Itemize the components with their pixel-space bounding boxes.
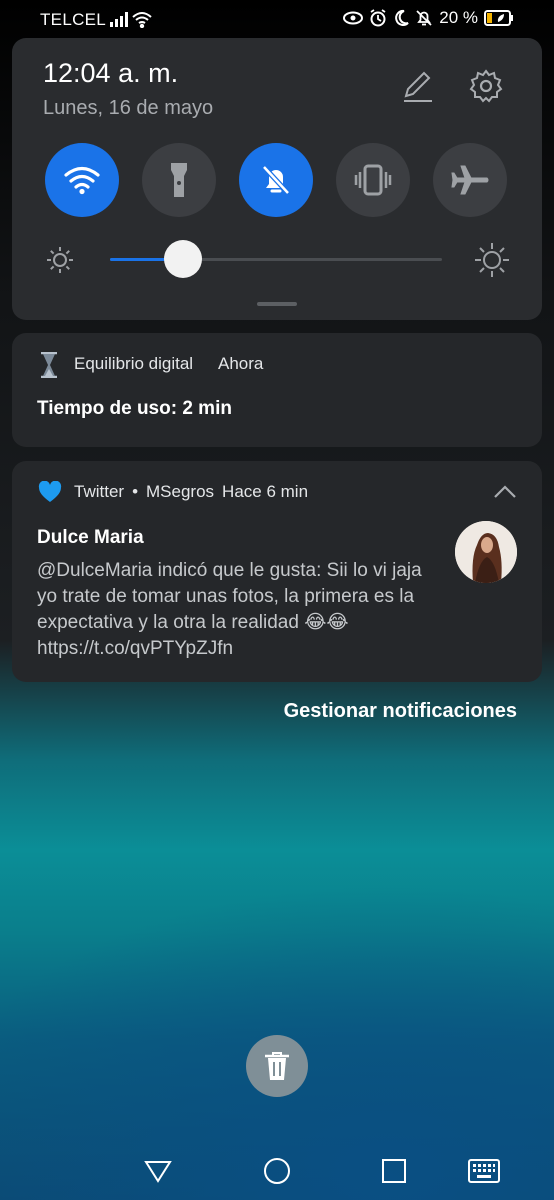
notification-app-name: Equilibrio digital [74,354,194,373]
silent-toggle[interactable] [239,143,313,217]
moon-icon [395,9,409,26]
signal-icon [110,12,128,27]
vibrate-icon [354,164,392,196]
brightness-low-icon [47,247,73,273]
flashlight-icon [171,163,187,197]
clear-all-button[interactable] [246,1035,308,1097]
notification-message: @DulceMaria indicó que le gusta: Sii lo … [37,560,422,659]
flashlight-toggle[interactable] [142,143,216,217]
keyboard-button[interactable] [467,1154,501,1188]
vibrate-toggle[interactable] [336,143,410,217]
signal-wifi-icons [110,10,154,33]
alarm-icon [370,9,386,27]
recents-square-icon [382,1159,406,1183]
carrier-name: TELCEL [40,10,107,29]
keyboard-icon [468,1159,500,1183]
notification-digital-balance[interactable]: Equilibrio digital Ahora Tiempo de uso: … [12,333,542,447]
home-button[interactable] [260,1154,294,1188]
manage-notifications-button[interactable]: Gestionar notificaciones [284,700,517,723]
brightness-thumb[interactable] [164,240,203,278]
notification-header: Twitter • MSegros Hace 6 min [74,482,308,502]
date[interactable]: Lunes, 16 de mayo [43,97,213,120]
header-separator: • [132,482,139,501]
hourglass-icon [41,352,57,378]
navigation-bar [0,1140,554,1200]
chevron-up-icon[interactable] [492,481,518,503]
wifi-toggle[interactable] [45,143,119,217]
back-button[interactable] [141,1154,175,1188]
battery-percent: 20 % [439,8,478,27]
notification-twitter[interactable]: Twitter • MSegros Hace 6 min Dulce Maria… [12,461,542,682]
notification-title: Tiempo de uso: 2 min [37,398,232,419]
brightness-track[interactable] [110,258,442,261]
wifi-icon [132,12,152,29]
avatar [455,521,517,583]
brightness-high-icon [475,243,509,277]
notification-app-name: Twitter [74,482,125,501]
bell-off-icon [262,165,290,195]
status-right: 20 % [343,8,514,28]
heart-icon [38,481,62,502]
edit-icon[interactable] [400,68,436,104]
wifi-icon [64,166,100,195]
back-triangle-icon [144,1161,172,1183]
notification-time: Hace 6 min [222,482,309,501]
clock[interactable]: 12:04 a. m. [43,58,178,89]
gear-icon[interactable] [468,68,504,104]
home-circle-icon [264,1158,290,1184]
status-bar: TELCEL 20 % [0,0,554,36]
recents-button[interactable] [377,1154,411,1188]
sender-name: Dulce Maria [37,527,144,548]
airplane-toggle[interactable] [433,143,507,217]
bell-off-icon [416,10,432,26]
quick-settings-panel: 12:04 a. m. Lunes, 16 de mayo [12,38,542,320]
notification-account: MSegros [146,482,215,501]
airplane-icon [451,165,489,195]
brightness-slider[interactable] [12,238,542,282]
battery-saver-icon [484,10,513,26]
eye-icon [343,11,364,25]
notification-time: Ahora [218,354,264,373]
trash-icon [265,1052,289,1080]
expand-handle[interactable] [257,302,297,306]
